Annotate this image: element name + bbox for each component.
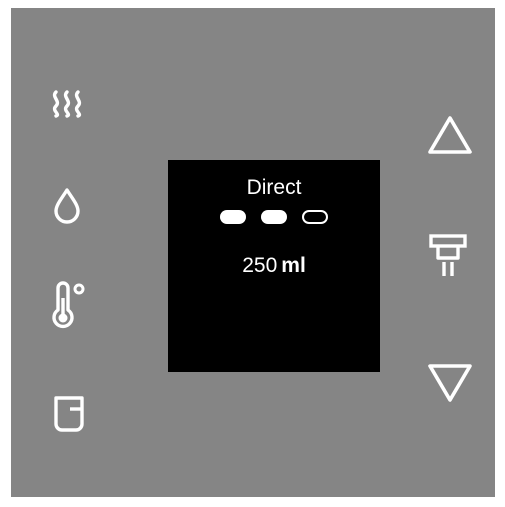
strength-indicator[interactable] <box>220 210 328 224</box>
arrow-down-icon <box>428 364 472 402</box>
volume-value: 250 <box>242 254 278 277</box>
water-button[interactable] <box>49 186 85 226</box>
brew-mode-label: Direct <box>246 176 302 199</box>
cup-icon <box>54 396 84 432</box>
volume-unit: ml <box>281 254 306 277</box>
strength-dot-empty <box>302 210 328 224</box>
brew-unit-icon <box>429 234 467 276</box>
brew-unit-button[interactable] <box>425 230 471 282</box>
display-screen: Direct 250 ml <box>168 160 380 372</box>
thermometer-icon <box>52 281 85 329</box>
up-button[interactable] <box>425 112 475 158</box>
strength-dot-filled <box>261 210 287 224</box>
arrow-up-icon <box>428 116 472 154</box>
control-panel: Direct 250 ml <box>11 8 495 497</box>
steam-button[interactable] <box>47 86 87 122</box>
volume-readout: 250 ml <box>168 254 380 278</box>
cup-button[interactable] <box>49 390 89 436</box>
strength-dot-filled <box>220 210 246 224</box>
water-drop-icon <box>54 188 80 224</box>
temperature-button[interactable] <box>47 280 89 332</box>
down-button[interactable] <box>425 360 475 406</box>
steam-icon <box>52 90 82 118</box>
